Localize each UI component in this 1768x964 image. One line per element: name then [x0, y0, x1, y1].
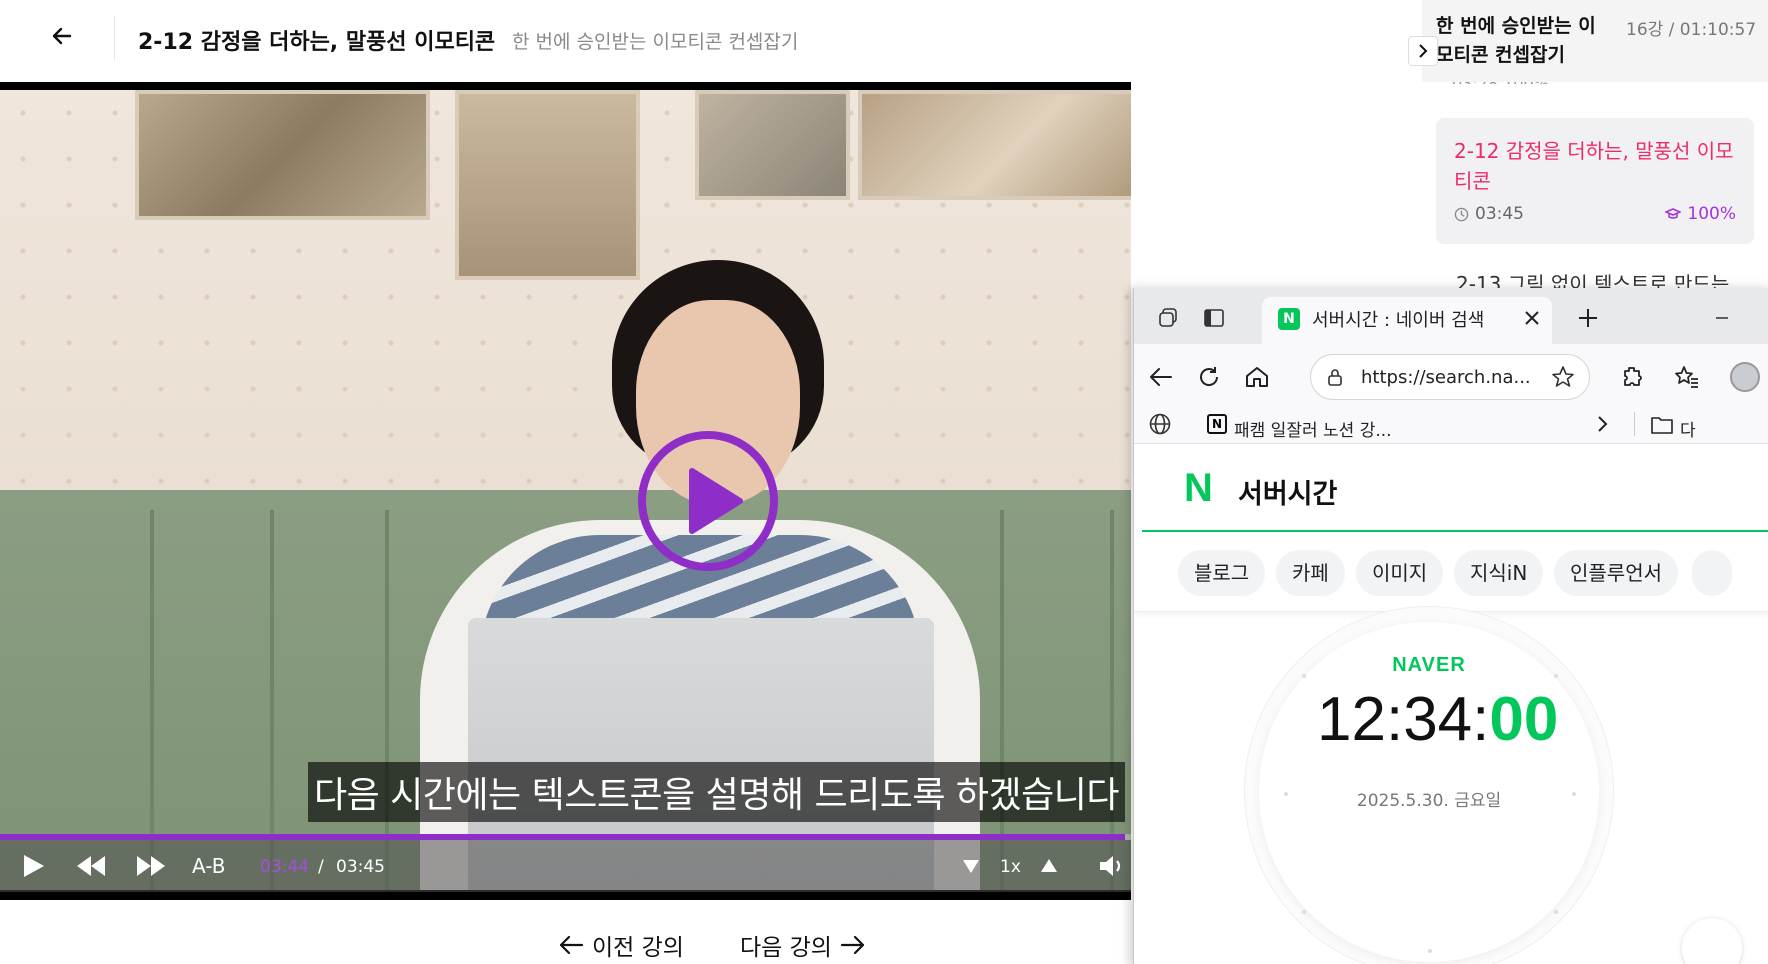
tab-image[interactable]: 이미지 — [1356, 550, 1444, 596]
next-lesson-button[interactable]: 다음 강의 — [740, 928, 866, 962]
server-time: 12:34:00 — [1317, 684, 1558, 755]
total-time: 03:45 — [336, 857, 385, 877]
extensions-icon[interactable] — [1620, 364, 1646, 390]
current-lesson-title: 2-12 감정을 더하는, 말풍선 이모티콘 — [1454, 139, 1734, 193]
prev-lesson-button[interactable]: 이전 강의 — [558, 928, 684, 962]
notion-icon: N — [1207, 414, 1227, 434]
volume-icon[interactable] — [1098, 853, 1126, 879]
naver-logo[interactable]: N — [1184, 466, 1213, 511]
header-divider — [114, 16, 115, 60]
clock-icon — [1454, 207, 1469, 221]
bookmark-notion[interactable]: 패캠 일잘러 노션 강... — [1234, 416, 1392, 441]
server-time-seconds: 00 — [1489, 685, 1559, 754]
big-play-icon[interactable] — [636, 429, 780, 573]
minimize-icon[interactable] — [1714, 310, 1730, 326]
fast-forward-icon[interactable] — [135, 853, 167, 879]
ab-repeat-button[interactable]: A-B — [192, 854, 225, 878]
lesson-progress-label: 100% — [1687, 204, 1736, 224]
address-bar[interactable]: https://search.na... — [1310, 354, 1590, 400]
folder-icon[interactable] — [1650, 414, 1674, 436]
tab-influencer[interactable]: 인플루언서 — [1554, 550, 1678, 596]
naver-search-bar[interactable]: N 서버시간 — [1142, 444, 1768, 532]
play-icon[interactable] — [20, 853, 46, 879]
globe-icon[interactable] — [1148, 412, 1172, 436]
arrow-right-icon — [840, 935, 865, 955]
tab-cafe[interactable]: 카페 — [1276, 550, 1345, 596]
tab-more[interactable] — [1692, 550, 1732, 596]
tab-actions-icon[interactable] — [1202, 306, 1226, 330]
workspaces-icon[interactable] — [1156, 306, 1180, 330]
home-icon[interactable] — [1244, 364, 1270, 390]
tab-blog[interactable]: 블로그 — [1178, 550, 1266, 596]
chevron-right-icon — [1419, 44, 1428, 58]
tab-kin[interactable]: 지식iN — [1454, 550, 1544, 596]
server-date: 2025.5.30. 금요일 — [1356, 791, 1502, 811]
graduation-cap-icon — [1665, 208, 1682, 219]
browser-toolbar: https://search.na... N 패캠 일잘러 노션 강... 다 — [1134, 344, 1768, 444]
naver-page: N 서버시간 블로그 카페 이미지 지식iN 인플루언서 NAVER 12:34… — [1134, 444, 1768, 964]
new-tab-icon[interactable] — [1576, 306, 1600, 330]
video-player[interactable]: 다음 시간에는 텍스트콘을 설명해 드리도록 하겠습니다 A-B 03:44 /… — [0, 82, 1131, 900]
speed-up-icon[interactable] — [1040, 857, 1058, 875]
bookmark-folder-label[interactable]: 다 — [1680, 416, 1696, 441]
sidebar-course-meta: 16강 / 01:10:57 — [1626, 20, 1757, 40]
close-icon[interactable] — [1524, 310, 1540, 326]
lesson-duration-label: 03:45 — [1475, 204, 1524, 224]
video-frame: 다음 시간에는 텍스트콘을 설명해 드리도록 하겠습니다 — [0, 90, 1131, 890]
sidebar-course-title: 한 번에 승인받는 이모티콘 컨셉잡기 — [1436, 15, 1596, 66]
favorites-icon[interactable] — [1674, 364, 1700, 390]
current-lesson-item[interactable]: 2-12 감정을 더하는, 말풍선 이모티콘 03:45 100% — [1436, 118, 1754, 244]
back-icon[interactable] — [1148, 364, 1174, 390]
favorite-star-icon[interactable] — [1551, 365, 1575, 389]
rewind-icon[interactable] — [75, 853, 107, 879]
next-lesson-label: 다음 강의 — [740, 935, 832, 961]
sidebar-toggle-button[interactable] — [1408, 36, 1438, 66]
search-query[interactable]: 서버시간 — [1238, 472, 1337, 511]
profile-avatar[interactable] — [1730, 362, 1760, 392]
sidebar-header: 한 번에 승인받는 이모티콘 컨셉잡기 16강 / 01:10:57 — [1422, 0, 1768, 82]
tab-title: 서버시간 : 네이버 검색 — [1312, 310, 1485, 331]
player-controls: A-B 03:44 / 03:45 1x — [0, 840, 1131, 892]
lesson-duration: 03:45 — [1454, 204, 1524, 224]
video-subtitle: 다음 시간에는 텍스트콘을 설명해 드리도록 하겠습니다 — [308, 762, 1125, 822]
clock-brand: NAVER — [1392, 654, 1466, 676]
lecture-title: 2-12 감정을 더하는, 말풍선 이모티콘 — [138, 30, 496, 55]
playback-speed: 1x — [1000, 857, 1021, 877]
prev-lesson-label: 이전 강의 — [592, 935, 684, 961]
current-time: 03:44 — [260, 857, 309, 877]
time-separator: / — [318, 857, 324, 877]
refresh-icon[interactable] — [1196, 364, 1222, 390]
course-subtitle: 한 번에 승인받는 이모티콘 컨셉잡기 — [512, 31, 799, 53]
server-time-hm: 12:34: — [1317, 685, 1490, 754]
floating-button[interactable] — [1682, 918, 1742, 964]
lecture-header: 2-12 감정을 더하는, 말풍선 이모티콘 한 번에 승인받는 이모티콘 컨셉… — [0, 0, 1420, 76]
lock-icon[interactable] — [1325, 367, 1345, 387]
chevron-right-icon[interactable] — [1592, 414, 1612, 434]
address-text: https://search.na... — [1361, 367, 1531, 388]
speed-down-icon[interactable] — [962, 857, 980, 875]
browser-window: N 서버시간 : 네이버 검색 https://search.na... N 패… — [1133, 288, 1768, 964]
tab-strip: N 서버시간 : 네이버 검색 — [1134, 288, 1768, 344]
lesson-progress: 100% — [1665, 204, 1736, 224]
curriculum-sidebar: 03:28 100% 한 번에 승인받는 이모티콘 컨셉잡기 16강 / 01:… — [1408, 0, 1768, 296]
arrow-left-icon — [559, 935, 584, 955]
naver-favicon-icon: N — [1278, 308, 1300, 330]
search-category-tabs: 블로그 카페 이미지 지식iN 인플루언서 — [1134, 534, 1768, 612]
back-arrow-icon[interactable] — [48, 22, 76, 50]
